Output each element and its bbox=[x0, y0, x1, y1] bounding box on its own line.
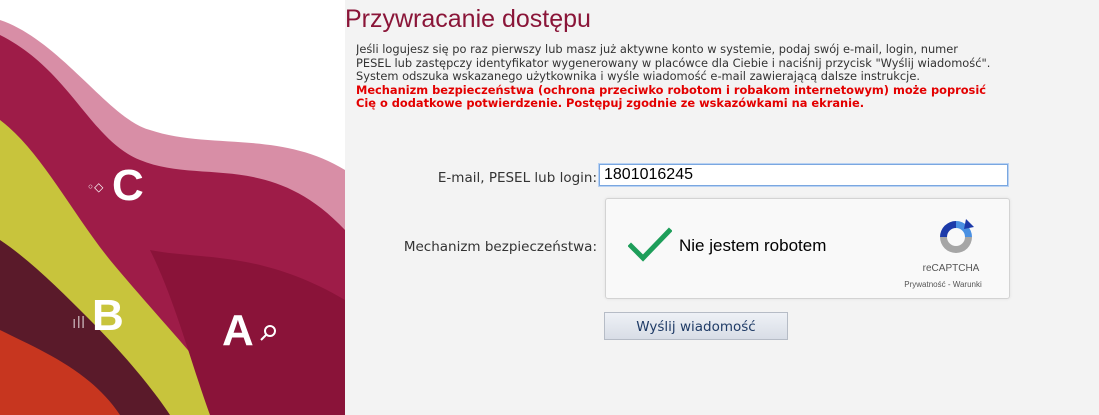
email-field-label: E-mail, PESEL lub login: bbox=[437, 170, 597, 186]
dots-icon: ◦◇ bbox=[87, 180, 104, 194]
recaptcha-logo-icon bbox=[940, 219, 974, 253]
letter-a: A bbox=[222, 306, 254, 355]
checkmark-icon[interactable] bbox=[628, 227, 672, 263]
warning-line: Mechanizm bezpieczeństwa (ochrona przeci… bbox=[356, 82, 986, 97]
intro-line: Jeśli logujesz się po raz pierwszy lub m… bbox=[356, 43, 958, 56]
recaptcha-widget: Nie jestem robotem reCAPTCHA Prywatność … bbox=[605, 198, 1010, 299]
intro-line: System odszuka wskazanego użytkownika i … bbox=[356, 69, 920, 83]
letter-b: B bbox=[92, 291, 124, 340]
send-message-button[interactable]: Wyślij wiadomość bbox=[604, 312, 788, 340]
security-label: Mechanizm bezpieczeństwa: bbox=[403, 239, 597, 255]
page-title: Przywracanie dostępu bbox=[345, 5, 591, 33]
intro-line: PESEL lub zastępczy identyfikator wygene… bbox=[356, 55, 991, 70]
recaptcha-brand: reCAPTCHA bbox=[922, 263, 980, 274]
captcha-label: Nie jestem robotem bbox=[679, 236, 827, 255]
bars-icon: ıll bbox=[72, 313, 85, 332]
warning-line: Cię o dodatkowe potwierdzenie. Postępuj … bbox=[356, 96, 865, 110]
recaptcha-terms-link[interactable]: Prywatność - Warunki bbox=[878, 280, 1008, 289]
email-field[interactable] bbox=[598, 163, 1009, 187]
decorative-artwork: C ◦◇ B ıll A bbox=[0, 0, 345, 415]
instructions: Jeśli logujesz się po raz pierwszy lub m… bbox=[356, 43, 1099, 111]
letter-c: C bbox=[112, 161, 144, 210]
